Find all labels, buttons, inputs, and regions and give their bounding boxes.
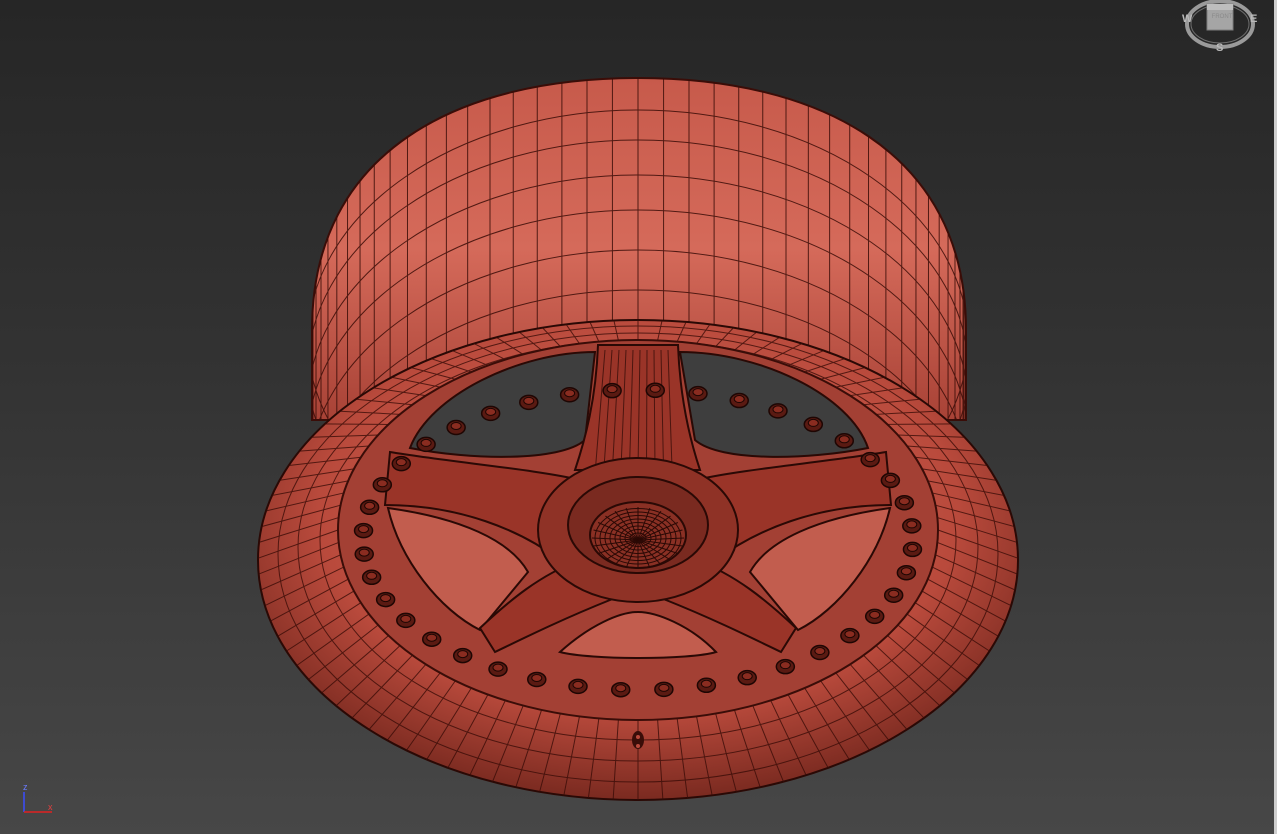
bolt — [696, 677, 717, 694]
valve-stem — [632, 731, 644, 749]
wheel-model[interactable] — [0, 0, 1277, 834]
bolt — [880, 472, 901, 489]
bolt — [864, 608, 885, 625]
viewcube-face-front[interactable]: FRONT — [1207, 14, 1237, 20]
bolt — [768, 403, 788, 419]
bolt — [729, 392, 749, 409]
bolt — [452, 647, 473, 664]
viewcube[interactable]: W E S FRONT — [1180, 0, 1260, 58]
bolt — [372, 477, 393, 493]
bolt — [894, 494, 915, 511]
wheel-hub — [537, 457, 739, 603]
bolt — [488, 661, 508, 677]
bolt — [602, 382, 622, 399]
bolt — [902, 541, 923, 558]
bolt — [421, 631, 442, 647]
bolt — [737, 669, 757, 686]
bolt — [519, 394, 539, 411]
bolt — [896, 564, 917, 581]
bolt — [902, 518, 922, 534]
bolt — [810, 644, 830, 661]
bolt — [396, 612, 416, 629]
bolt — [375, 591, 396, 608]
bolt — [775, 658, 796, 675]
bolt — [527, 671, 547, 688]
bolt — [645, 382, 666, 399]
bolt — [654, 681, 674, 698]
bolt — [480, 405, 501, 422]
3d-viewport[interactable]: W E S FRONT z x — [0, 0, 1277, 834]
bolt — [834, 433, 855, 449]
axis-x-label: x — [48, 802, 53, 812]
bolt — [416, 436, 436, 453]
bolt — [391, 455, 412, 472]
viewcube-west[interactable]: W — [1182, 13, 1192, 25]
bolt — [610, 681, 631, 698]
bolt — [860, 451, 880, 468]
bolt — [883, 587, 904, 603]
bolt — [446, 419, 466, 436]
viewcube-south[interactable]: S — [1216, 42, 1223, 54]
axis-z-label: z — [23, 782, 28, 792]
bolt — [354, 546, 374, 562]
bolt — [803, 416, 824, 433]
bolt — [353, 522, 374, 539]
axis-tripod: z x — [18, 782, 60, 816]
bolt — [359, 499, 380, 516]
bolt — [840, 627, 860, 644]
bolt — [568, 678, 588, 695]
bolt — [559, 386, 580, 403]
viewcube-east[interactable]: E — [1250, 13, 1257, 25]
bolt — [361, 569, 382, 586]
bolt — [688, 385, 708, 402]
